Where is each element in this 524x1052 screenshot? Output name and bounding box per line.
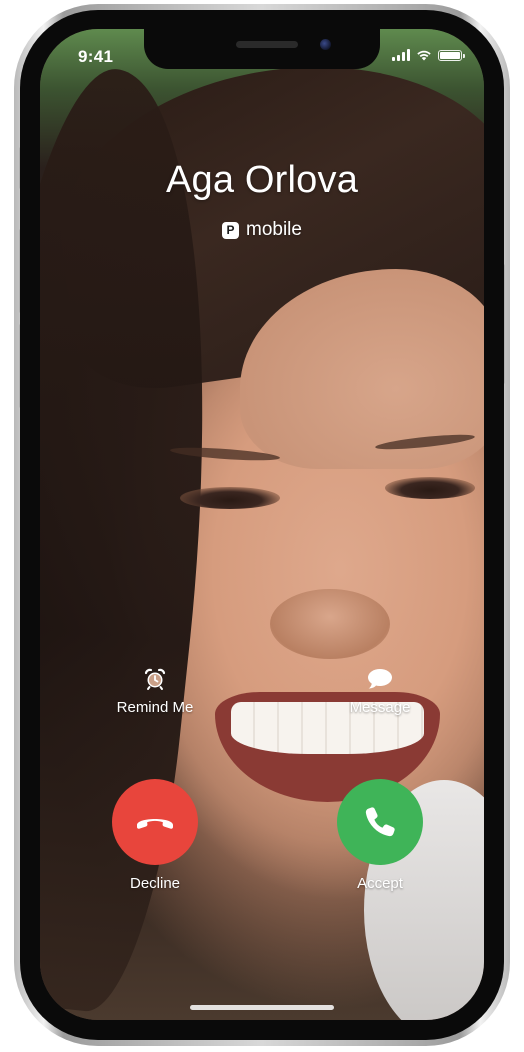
caller-line-label: mobile <box>246 219 302 240</box>
earpiece-speaker <box>236 41 298 48</box>
message-button[interactable]: Message <box>320 665 440 716</box>
status-time: 9:41 <box>78 47 114 66</box>
message-label: Message <box>349 699 411 716</box>
battery-icon <box>438 49 465 61</box>
battery-level <box>440 51 460 59</box>
incoming-call-screen: 9:41 Aga Orlova P mobile Remind Me Messa… <box>40 29 484 1020</box>
notch <box>144 29 380 69</box>
decline-action: Decline <box>95 779 215 892</box>
alarm-clock-icon <box>141 665 169 693</box>
decline-label: Decline <box>129 875 181 892</box>
status-icons <box>392 49 465 61</box>
accept-action: Accept <box>320 779 440 892</box>
contact-badge-icon: P <box>222 221 239 239</box>
accept-button[interactable] <box>337 779 423 865</box>
cellular-signal-icon <box>392 49 410 61</box>
decline-button[interactable] <box>112 779 198 865</box>
accept-label: Accept <box>357 875 403 892</box>
remind-me-button[interactable]: Remind Me <box>95 665 215 716</box>
caller-name: Aga Orlova <box>165 159 359 201</box>
message-bubble-icon <box>366 665 394 693</box>
remind-me-label: Remind Me <box>116 699 194 716</box>
front-camera <box>320 39 331 50</box>
home-indicator[interactable] <box>190 1005 334 1010</box>
phone-icon <box>365 807 395 837</box>
caller-line: P mobile <box>40 219 484 241</box>
phone-hangup-icon <box>137 819 173 829</box>
wifi-icon <box>417 50 431 61</box>
